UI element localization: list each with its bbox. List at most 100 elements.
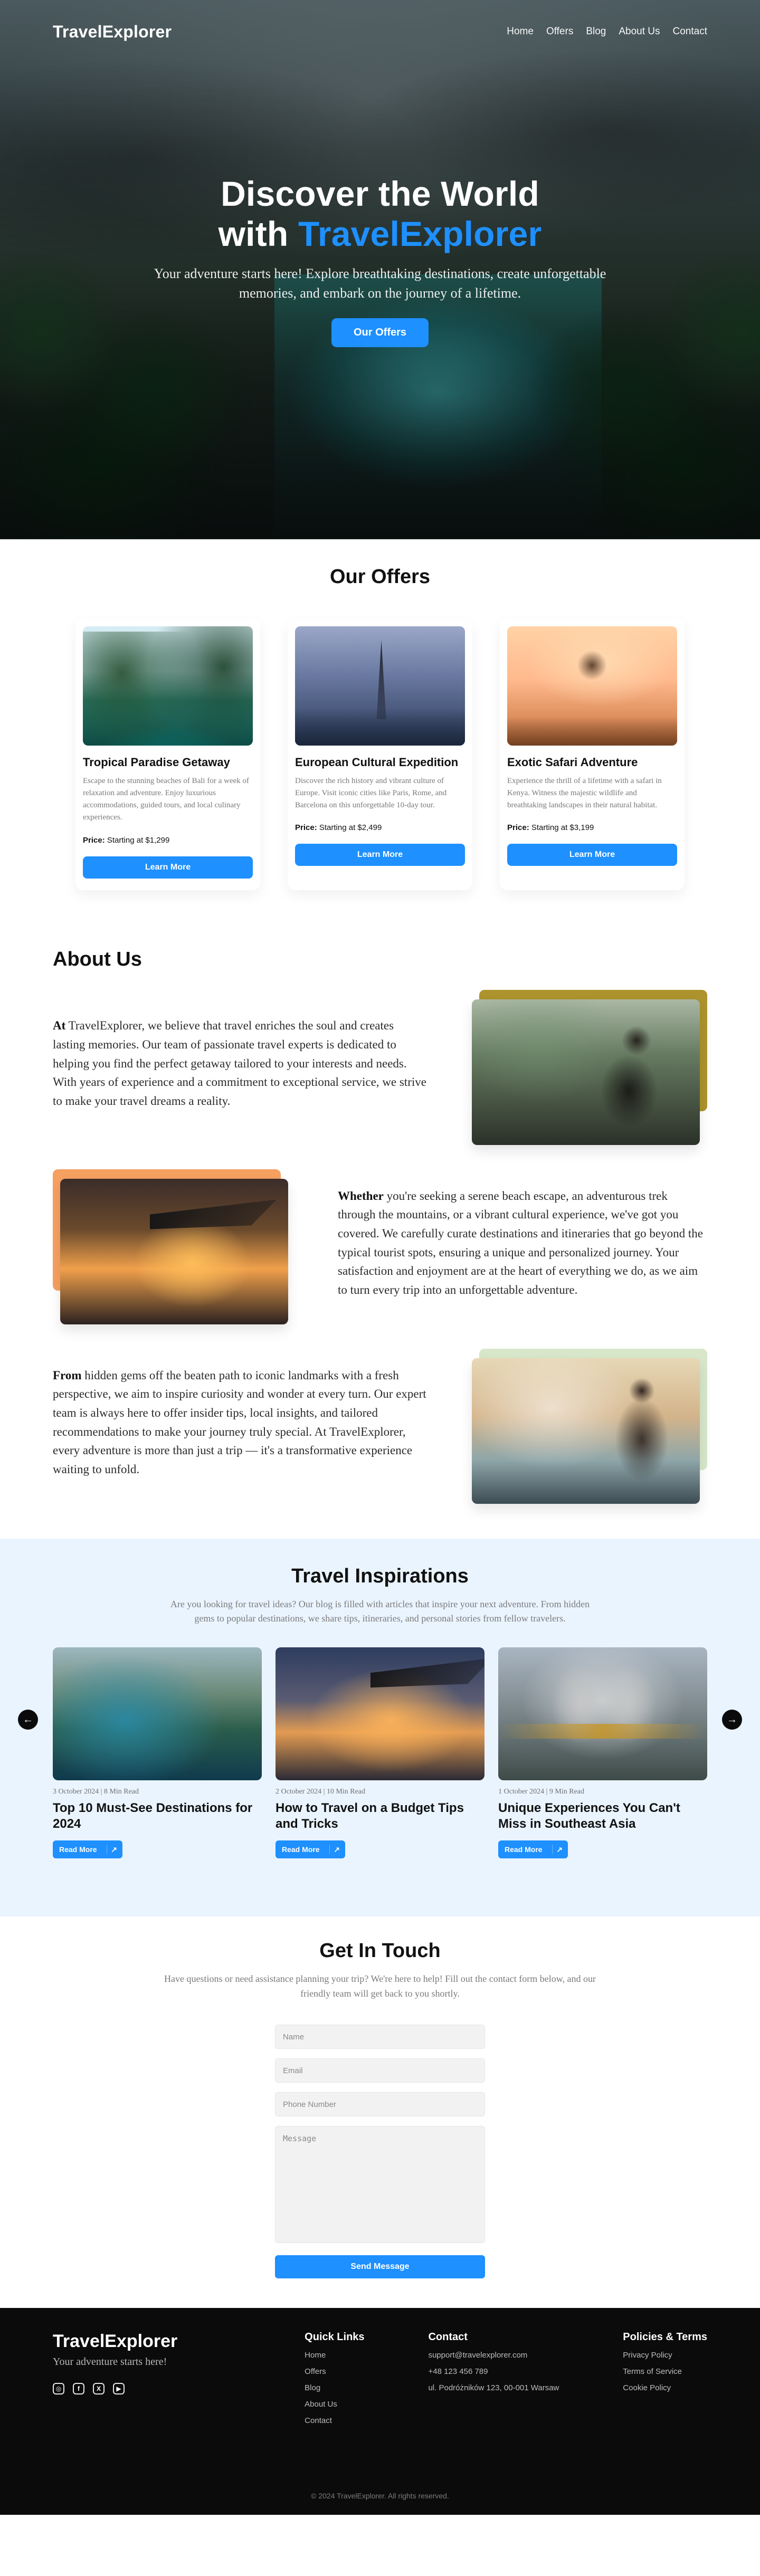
blog-post: 3 October 2024 | 8 Min Read Top 10 Must-… [53, 1647, 262, 1859]
footer-tagline: Your adventure starts here! [53, 2356, 167, 2368]
inspirations-subtitle: Are you looking for travel ideas? Our bl… [170, 1598, 590, 1624]
inspirations-section: Travel Inspirations Are you looking for … [0, 1538, 760, 1917]
footer-link-contact[interactable]: Contact [305, 2416, 364, 2425]
nav-offers[interactable]: Offers [546, 26, 573, 37]
youtube-icon[interactable]: ▶ [113, 2383, 125, 2395]
read-more-button[interactable]: Read More ↗ [276, 1840, 345, 1859]
about-media-2 [53, 1169, 288, 1324]
nav-about[interactable]: About Us [619, 26, 660, 37]
about-row-1: At TravelExplorer, we believe that trave… [53, 989, 707, 1145]
hero-title-accent: TravelExplorer [298, 214, 542, 253]
carousel-prev-icon[interactable]: ← [18, 1710, 38, 1730]
nav-links: Home Offers Blog About Us Contact [507, 26, 707, 37]
instagram-icon[interactable]: ◎ [53, 2383, 64, 2395]
read-more-label: Read More [505, 1845, 543, 1854]
blog-carousel: ← → 3 October 2024 | 8 Min Read Top 10 M… [18, 1647, 742, 1879]
site-logo[interactable]: TravelExplorer [53, 22, 172, 42]
arrow-right-icon: ↗ [329, 1845, 340, 1855]
about-body-3: hidden gems off the beaten path to iconi… [53, 1368, 426, 1476]
about-lead-2: Whether [338, 1189, 384, 1203]
blog-meta: 3 October 2024 | 8 Min Read [53, 1788, 139, 1796]
blog-post: 2 October 2024 | 10 Min Read How to Trav… [276, 1647, 484, 1859]
offer-price-label: Price: [295, 823, 317, 833]
footer-copyright: © 2024 TravelExplorer. All rights reserv… [311, 2492, 449, 2501]
hero-title-with: with [218, 214, 289, 253]
offer-description: Experience the thrill of a lifetime with… [507, 776, 662, 810]
footer-link-blog[interactable]: Blog [305, 2383, 364, 2392]
learn-more-button[interactable]: Learn More [83, 856, 253, 879]
read-more-label: Read More [59, 1845, 97, 1854]
phone-field[interactable] [275, 2092, 485, 2117]
about-row-3: From hidden gems off the beaten path to … [53, 1348, 707, 1504]
offers-grid: Tropical Paradise Getaway Escape to the … [0, 619, 760, 890]
message-field[interactable] [275, 2126, 485, 2244]
footer-contact-phone[interactable]: +48 123 456 789 [428, 2367, 559, 2376]
offer-image-tropical [83, 626, 253, 746]
blog-posts: 3 October 2024 | 8 Min Read Top 10 Must-… [53, 1647, 707, 1859]
footer-contact-title: Contact [428, 2331, 468, 2343]
read-more-button[interactable]: Read More ↗ [53, 1840, 122, 1859]
offer-price-value: Starting at $3,199 [531, 823, 594, 833]
inspirations-title: Travel Inspirations [291, 1564, 469, 1587]
blog-image-golden-bridge [498, 1647, 707, 1781]
nav-blog[interactable]: Blog [586, 26, 606, 37]
offer-card-tropical: Tropical Paradise Getaway Escape to the … [75, 619, 260, 890]
offer-image-europe [295, 626, 465, 746]
footer-privacy-policy[interactable]: Privacy Policy [623, 2351, 707, 2360]
facebook-icon[interactable]: f [73, 2383, 84, 2395]
blog-meta: 2 October 2024 | 10 Min Read [276, 1788, 365, 1796]
offer-title: Exotic Safari Adventure [507, 756, 638, 769]
footer-contact-address: ul. Podróżników 123, 00-001 Warsaw [428, 2383, 559, 2393]
nav-home[interactable]: Home [507, 26, 534, 37]
read-more-button[interactable]: Read More ↗ [498, 1840, 568, 1859]
hero-offers-button[interactable]: Our Offers [331, 318, 429, 348]
nav-contact[interactable]: Contact [673, 26, 707, 37]
about-media-3 [472, 1348, 707, 1504]
footer-policies: Policies & Terms Privacy Policy Terms of… [623, 2331, 707, 2432]
footer-link-offers[interactable]: Offers [305, 2367, 364, 2376]
name-field[interactable] [275, 2025, 485, 2049]
x-icon[interactable]: X [93, 2383, 104, 2395]
offer-image-safari [507, 626, 677, 746]
about-title: About Us [53, 948, 142, 970]
hero-subtitle: Your adventure starts here! Explore brea… [154, 265, 606, 301]
about-row-2: Whether you're seeking a serene beach es… [53, 1169, 707, 1324]
about-media-1 [472, 989, 707, 1145]
offer-price-value: Starting at $1,299 [107, 835, 170, 845]
offers-section: Our Offers Tropical Paradise Getaway Esc… [0, 539, 760, 927]
learn-more-button[interactable]: Learn More [295, 844, 465, 866]
footer-quick-links: Quick Links Home Offers Blog About Us Co… [305, 2331, 364, 2432]
offer-description: Escape to the stunning beaches of Bali f… [83, 776, 249, 822]
send-message-button[interactable]: Send Message [275, 2255, 485, 2279]
offer-price-label: Price: [83, 835, 105, 845]
learn-more-button[interactable]: Learn More [507, 844, 677, 866]
footer-brand[interactable]: TravelExplorer [53, 2331, 177, 2352]
carousel-next-icon[interactable]: → [722, 1710, 742, 1730]
blog-title: How to Travel on a Budget Tips and Trick… [276, 1801, 464, 1831]
footer-contact-email[interactable]: support@travelexplorer.com [428, 2351, 559, 2360]
blog-image-coast [53, 1647, 262, 1781]
about-text-3: From hidden gems off the beaten path to … [53, 1366, 428, 1479]
offers-title: Our Offers [329, 566, 431, 588]
footer: TravelExplorer Your adventure starts her… [0, 2308, 760, 2515]
footer-link-about[interactable]: About Us [305, 2400, 364, 2409]
email-field[interactable] [275, 2058, 485, 2083]
read-more-label: Read More [282, 1845, 320, 1854]
arrow-right-icon: ↗ [106, 1845, 117, 1855]
about-lead-1: At [53, 1019, 66, 1033]
offer-price: Price: Starting at $1,299 [83, 836, 253, 845]
blog-post: 1 October 2024 | 9 Min Read Unique Exper… [498, 1647, 707, 1859]
hero-title-line-1: Discover the World [221, 174, 539, 213]
footer-cookie-policy[interactable]: Cookie Policy [623, 2383, 707, 2392]
contact-form: Send Message [275, 2025, 485, 2279]
footer-link-home[interactable]: Home [305, 2351, 364, 2360]
hero-content: Discover the World with TravelExplorer Y… [0, 174, 760, 348]
footer-contact: Contact support@travelexplorer.com +48 1… [428, 2331, 559, 2432]
social-links: ◎ f X ▶ [53, 2383, 177, 2395]
about-body-1: TravelExplorer, we believe that travel e… [53, 1019, 426, 1108]
footer-inner: TravelExplorer Your adventure starts her… [53, 2331, 707, 2432]
about-image-hiker [472, 999, 700, 1145]
contact-title: Get In Touch [319, 1940, 441, 1962]
about-image-plane-wing [60, 1178, 288, 1324]
footer-terms[interactable]: Terms of Service [623, 2367, 707, 2376]
